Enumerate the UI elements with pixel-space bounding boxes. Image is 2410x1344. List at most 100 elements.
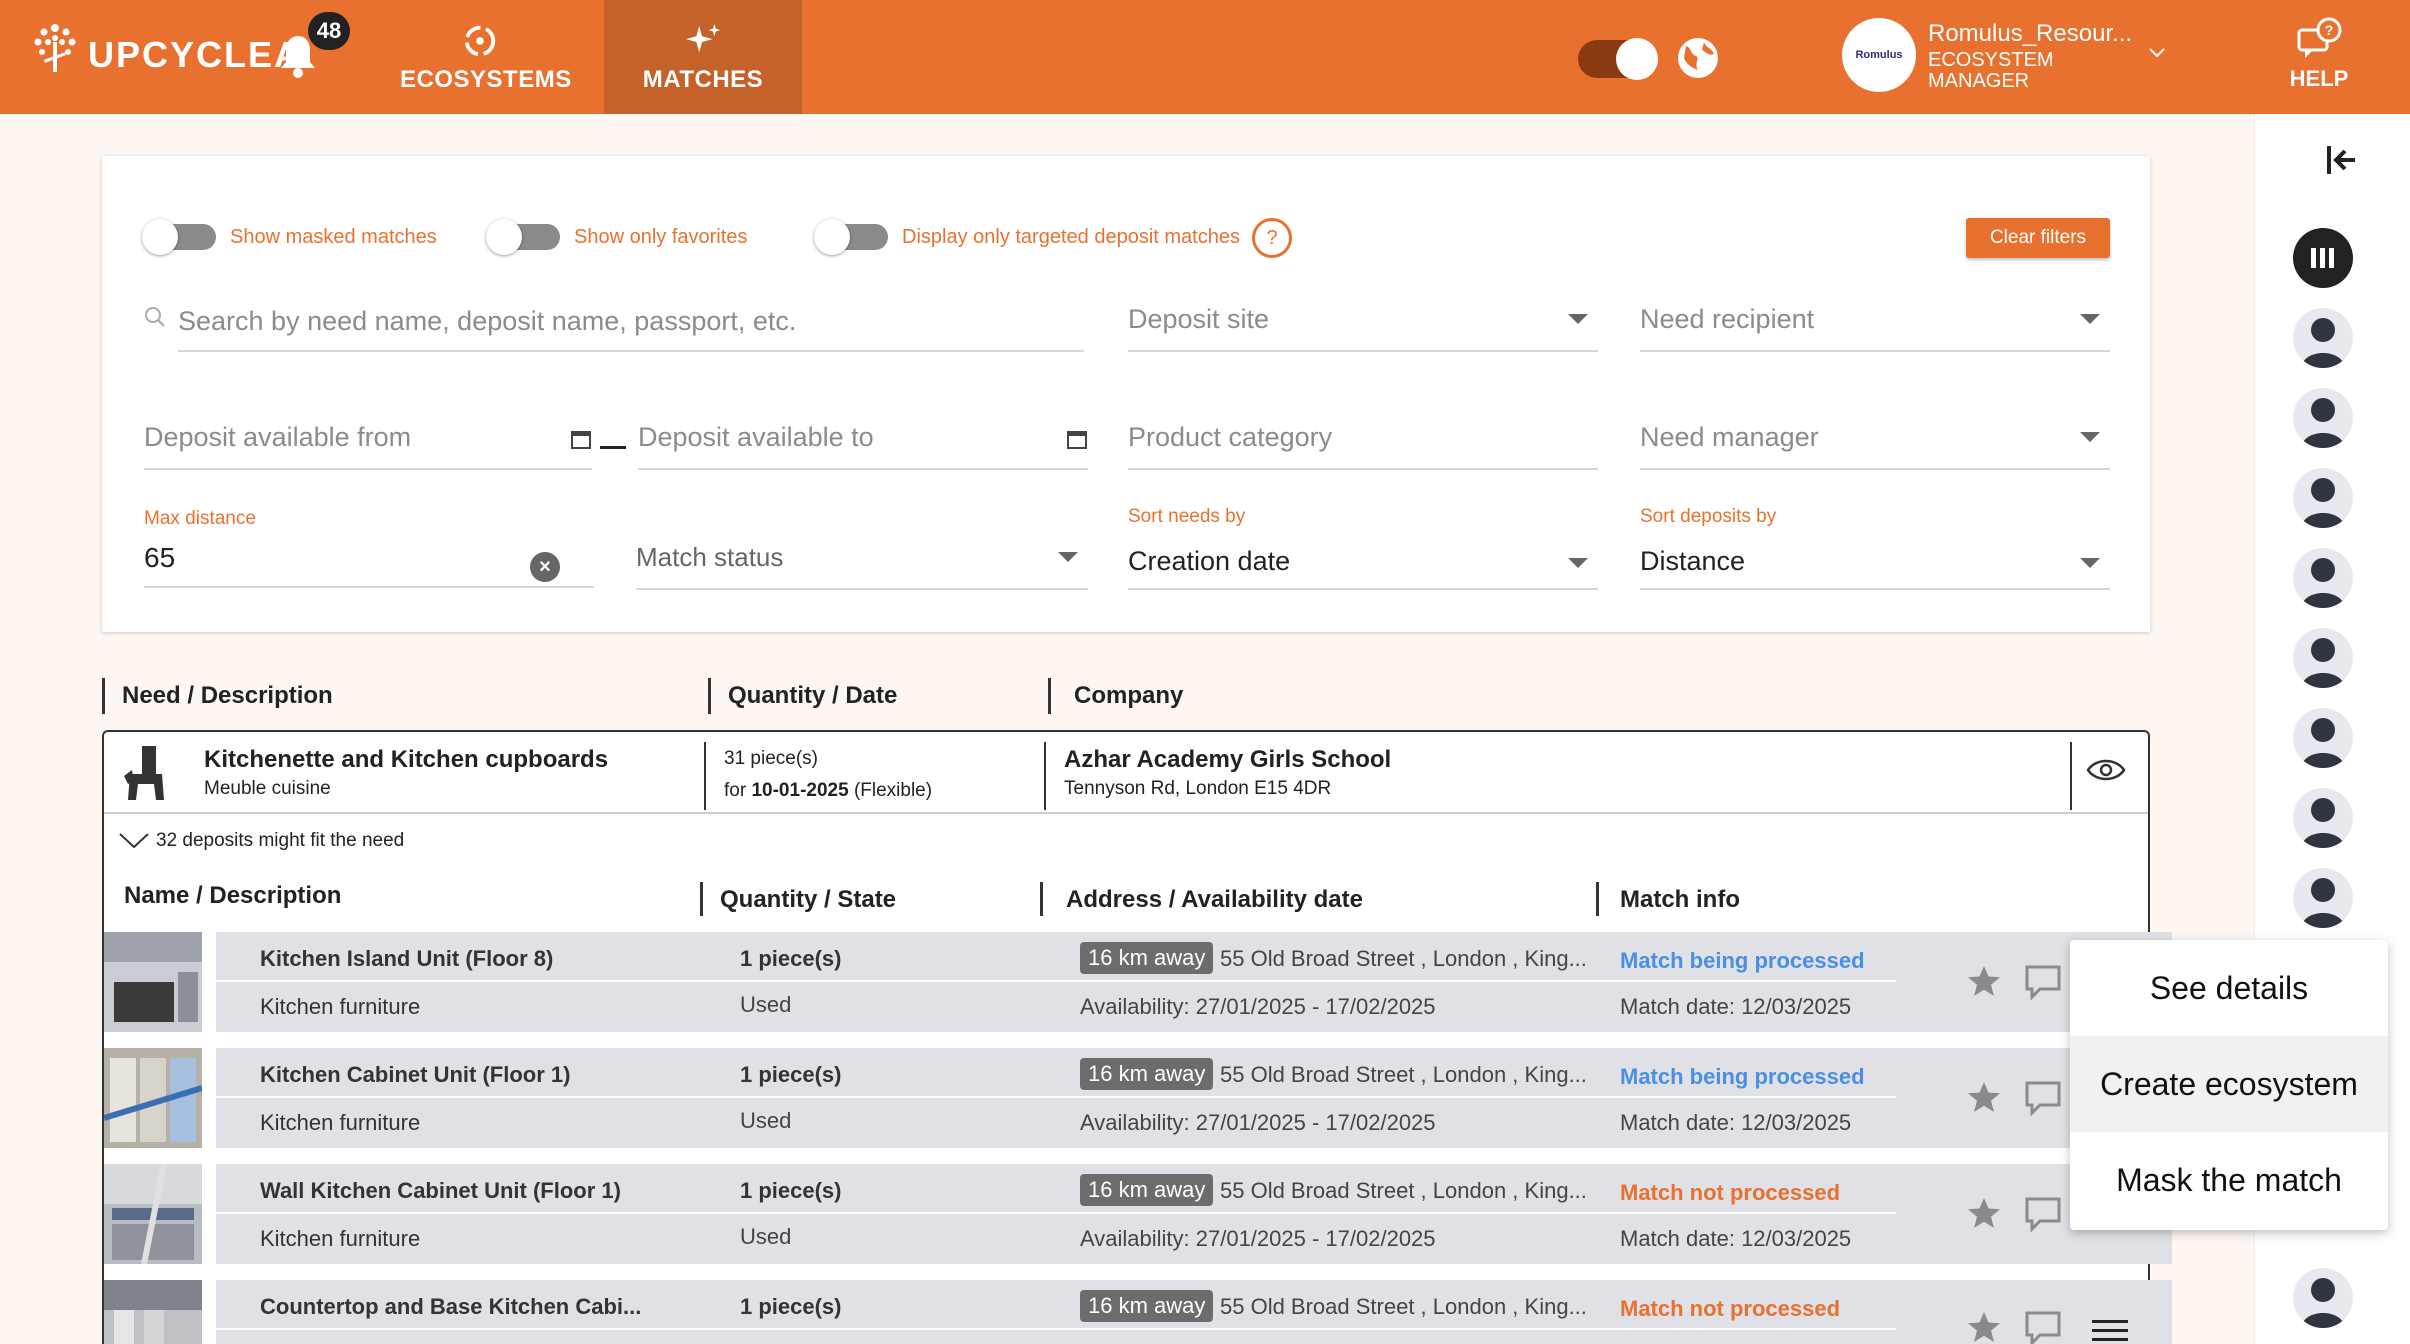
tab-matches[interactable]: MATCHES [604,0,802,114]
need-date: for 10-01-2025 (Flexible) [724,780,932,802]
star-icon[interactable] [1966,964,2002,998]
need-quantity: 31 piece(s) [724,748,818,769]
user-avatar[interactable]: Romulus [1842,18,1916,92]
need-title[interactable]: Kitchenette and Kitchen cupboards [204,746,608,774]
menu-item-see-details[interactable]: See details [2070,940,2388,1036]
deposit-name[interactable]: Kitchen Cabinet Unit (Floor 1) [260,1062,570,1088]
comment-icon[interactable] [2024,1196,2062,1232]
toggle-only-favorites[interactable]: Show only favorites [486,219,748,255]
max-distance-input[interactable]: Max distance 65 × [144,508,594,588]
help-question-icon[interactable]: ? [1252,218,1292,258]
deposit-row[interactable]: Wall Kitchen Cabinet Unit (Floor 1) Kitc… [104,1164,2172,1264]
upcyclea-logo[interactable]: UPCYCLEA [30,20,302,76]
deposit-address: 55 Old Broad Street , London , King... [1220,1294,1587,1319]
globe-icon [1678,38,1718,78]
clear-icon[interactable]: × [530,552,560,582]
sort-needs-select[interactable]: Sort needs by Creation date [1128,506,1598,590]
menu-icon[interactable] [2090,1318,2130,1344]
user-avatar-5[interactable] [2293,628,2353,688]
user-avatar-3[interactable] [2293,468,2353,528]
comment-icon[interactable] [2024,964,2062,1000]
deposit-site-select[interactable]: Deposit site [1128,296,1598,352]
chevron-down-icon [119,833,149,849]
toggle-track[interactable] [142,219,216,255]
collapse-panel-button[interactable] [2325,142,2359,183]
collapse-left-icon [2327,146,2355,174]
chevron-down-icon [1058,552,1078,562]
deposit-photo[interactable] [104,1164,202,1264]
header-company[interactable]: Company [1074,682,1183,710]
need-recipient-select[interactable]: Need recipient [1640,296,2110,352]
user-silhouette-icon [2301,478,2345,528]
columns-button[interactable] [2293,228,2353,288]
deposit-available-to-input[interactable]: Deposit available to [638,414,1088,470]
deposit-photo[interactable] [104,932,202,1032]
match-status[interactable]: Match not processed [1620,1180,1840,1206]
need-manager-select[interactable]: Need manager [1640,414,2110,470]
tab-ecosystems-label: ECOSYSTEMS [400,66,572,93]
user-silhouette-icon [2301,798,2345,848]
comment-icon[interactable] [2024,1080,2062,1116]
toggle-masked-matches[interactable]: Show masked matches [142,219,437,255]
user-avatar-6[interactable] [2293,708,2353,768]
clear-filters-button[interactable]: Clear filters [1966,218,2110,258]
match-status[interactable]: Match being processed [1620,1064,1865,1090]
deposit-row[interactable]: Kitchen Island Unit (Floor 8) Kitchen fu… [104,932,2172,1032]
star-icon[interactable] [1966,1310,2002,1344]
user-name[interactable]: Romulus_Resour... [1928,20,2132,48]
deposit-category: Kitchen furniture [260,1110,421,1135]
user-avatar-8[interactable] [2293,868,2353,928]
comment-icon[interactable] [2024,1310,2062,1344]
help-button[interactable]: ? HELP [2284,16,2354,92]
match-status[interactable]: Match being processed [1620,948,1865,974]
deposit-photo[interactable] [104,1048,202,1148]
calendar-icon[interactable] [570,428,592,450]
user-avatar-1[interactable] [2293,308,2353,368]
user-avatar-10[interactable] [2293,1268,2353,1328]
match-status-select[interactable]: Match status [636,534,1088,590]
toggle-track[interactable] [814,219,888,255]
product-category-input[interactable]: Product category [1128,414,1598,470]
header-deposit-quantity[interactable]: Quantity / State [720,886,896,914]
need-date-flex: (Flexible) [853,780,933,801]
toggle-targeted-deposits[interactable]: Display only targeted deposit matches [814,219,1240,255]
deposit-state: Used [740,1108,792,1133]
deposit-row[interactable]: Kitchen Cabinet Unit (Floor 1) Kitchen f… [104,1048,2172,1148]
distance-badge: 16 km away [1080,1174,1214,1206]
user-avatar-7[interactable] [2293,788,2353,848]
deposit-row[interactable]: Countertop and Base Kitchen Cabi... 1 pi… [104,1280,2172,1344]
deposit-address: 55 Old Broad Street , London , King... [1220,946,1587,971]
eye-icon[interactable] [2086,756,2126,784]
header-quantity-date[interactable]: Quantity / Date [728,682,897,710]
deposit-row-band: Countertop and Base Kitchen Cabi... 1 pi… [216,1280,2172,1344]
need-company[interactable]: Azhar Academy Girls School [1064,746,1391,774]
deposits-count-toggle[interactable]: 32 deposits might fit the need [118,830,404,852]
search-input[interactable]: Search by need name, deposit name, passp… [178,296,1084,352]
header-toggle[interactable] [1578,38,1658,80]
chevron-down-icon[interactable] [2148,46,2166,64]
header-deposit-name[interactable]: Name / Description [124,882,341,910]
star-icon[interactable] [1966,1196,2002,1230]
deposit-state: Used [740,992,792,1017]
deposit-photo[interactable] [104,1280,202,1344]
deposit-name[interactable]: Wall Kitchen Cabinet Unit (Floor 1) [260,1178,621,1204]
calendar-icon[interactable] [1066,428,1088,450]
menu-item-mask-match[interactable]: Mask the match [2070,1132,2388,1228]
user-avatar-4[interactable] [2293,548,2353,608]
columns-icon [2311,248,2334,268]
toggle-favorites-label: Show only favorites [574,225,748,248]
toggle-track[interactable] [486,219,560,255]
star-icon[interactable] [1966,1080,2002,1114]
sort-deposits-select[interactable]: Sort deposits by Distance [1640,506,2110,590]
menu-item-create-ecosystem[interactable]: Create ecosystem [2070,1036,2388,1132]
header-deposit-address[interactable]: Address / Availability date [1066,886,1363,914]
deposit-name[interactable]: Countertop and Base Kitchen Cabi... [260,1294,641,1320]
match-status[interactable]: Match not processed [1620,1296,1840,1322]
tab-ecosystems[interactable]: ECOSYSTEMS [400,0,571,114]
deposit-available-from-input[interactable]: Deposit available from [144,414,592,470]
header-match-info[interactable]: Match info [1620,886,1740,914]
user-avatar-2[interactable] [2293,388,2353,448]
deposit-name[interactable]: Kitchen Island Unit (Floor 8) [260,946,553,972]
language-button[interactable] [1676,36,1720,85]
header-need-description[interactable]: Need / Description [122,682,333,710]
